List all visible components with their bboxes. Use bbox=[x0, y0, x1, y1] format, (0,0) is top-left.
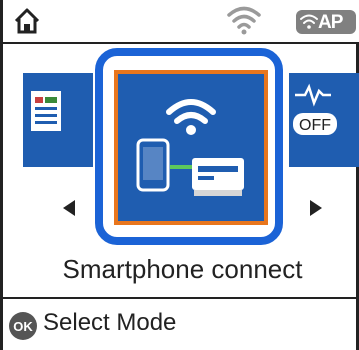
ok-label: OK bbox=[13, 319, 33, 334]
footer-hint: Select Mode bbox=[43, 309, 177, 336]
selected-mode-label: Smartphone connect bbox=[62, 254, 303, 284]
status-bar: AP bbox=[3, 0, 359, 44]
wifi-icon bbox=[227, 6, 261, 35]
off-badge-text: OFF bbox=[299, 117, 331, 134]
home-icon[interactable] bbox=[13, 7, 41, 35]
mode-tile-power[interactable]: OFF bbox=[289, 73, 359, 167]
printer-panel-screen: AP OFF Smartphone connect OK Select Mode bbox=[0, 0, 359, 350]
smartphone-connect-icon bbox=[136, 99, 244, 196]
ok-button-icon: OK bbox=[9, 312, 37, 340]
prev-arrow-icon[interactable] bbox=[61, 199, 77, 217]
mode-tile-copy[interactable] bbox=[23, 73, 93, 167]
ap-badge-label: AP bbox=[318, 12, 343, 33]
next-arrow-icon[interactable] bbox=[308, 199, 324, 217]
ap-wifi-icon bbox=[300, 14, 318, 29]
mode-tile-smartphone-connect[interactable] bbox=[114, 70, 268, 225]
access-point-badge: AP bbox=[296, 10, 356, 34]
document-icon bbox=[31, 91, 61, 131]
divider bbox=[3, 297, 359, 299]
power-off-icon: OFF bbox=[293, 83, 337, 135]
